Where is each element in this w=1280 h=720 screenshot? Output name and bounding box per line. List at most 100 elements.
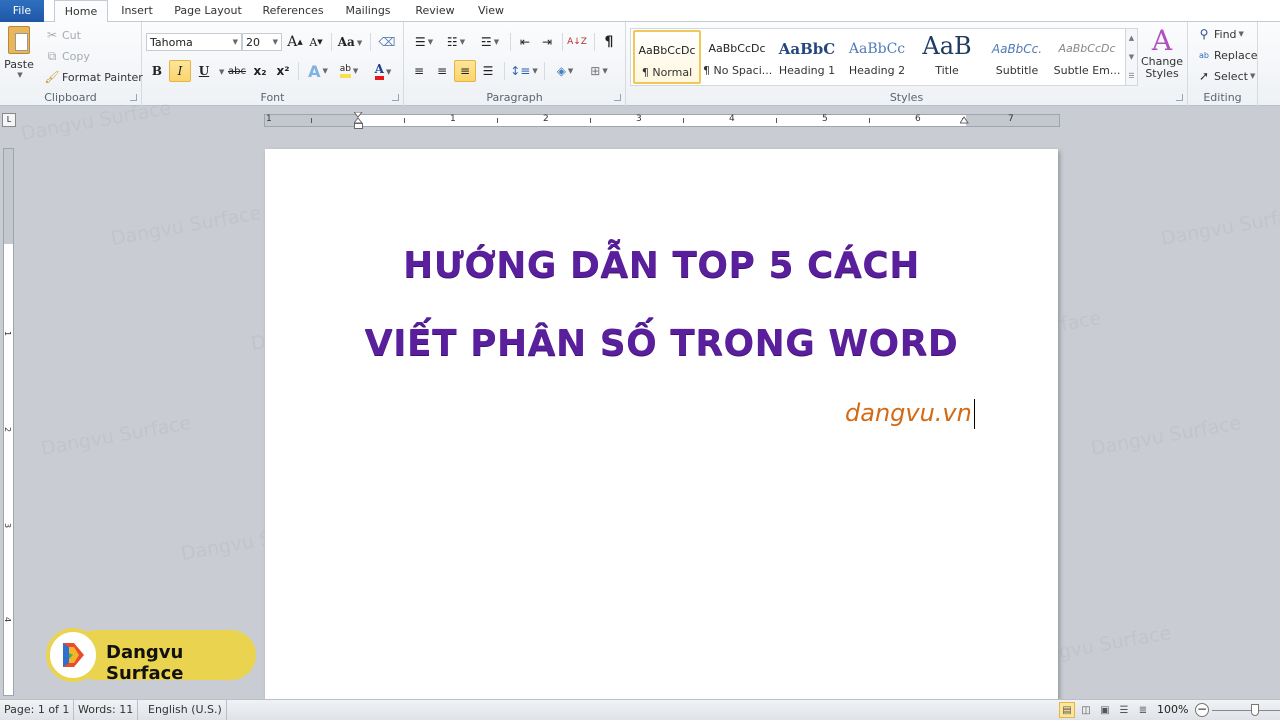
paste-dropdown-icon[interactable]: ▼	[17, 71, 22, 79]
subscript-button[interactable]: x₂	[249, 60, 271, 82]
tab-mailings[interactable]: Mailings	[340, 0, 396, 22]
styles-gallery-scroll[interactable]: ▲ ▼ ☰	[1125, 29, 1137, 85]
zoom-level[interactable]: 100%	[1157, 700, 1188, 720]
bold-button[interactable]: B	[146, 60, 168, 82]
clear-formatting-button[interactable]: ⌫	[376, 31, 398, 53]
find-button[interactable]: ⚲ Find ▼	[1196, 26, 1244, 42]
font-family-select[interactable]: Tahoma ▼	[146, 33, 242, 51]
full-screen-reading-button[interactable]: ◫	[1078, 702, 1094, 718]
document-title-line-2[interactable]: VIẾT PHÂN SỐ TRONG WORD	[265, 323, 1058, 364]
tab-references[interactable]: References	[257, 0, 329, 22]
justify-button[interactable]: ☰	[477, 60, 499, 82]
zoom-slider-track[interactable]	[1212, 710, 1280, 711]
style-title[interactable]: AaB Title	[913, 30, 981, 84]
ruler-number: 3	[3, 522, 13, 529]
ruler-number: 6	[915, 114, 921, 124]
tab-file[interactable]: File	[0, 0, 44, 22]
document-title-line-1[interactable]: HƯỚNG DẪN TOP 5 CÁCH	[265, 245, 1058, 286]
select-button[interactable]: ➚ Select ▼	[1196, 68, 1255, 84]
brand-logo-icon	[46, 628, 100, 682]
document-page[interactable]: HƯỚNG DẪN TOP 5 CÁCH VIẾT PHÂN SỐ TRONG …	[265, 149, 1058, 709]
align-center-button[interactable]: ≡	[431, 60, 453, 82]
style-preview: AaBbC	[778, 40, 836, 58]
increase-indent-button[interactable]: ⇥	[536, 31, 558, 53]
paste-button[interactable]: Paste ▼	[4, 26, 34, 86]
print-layout-view-button[interactable]: ▤	[1059, 702, 1075, 718]
paint-bucket-icon: ◈	[556, 64, 566, 78]
web-layout-button[interactable]: ▣	[1097, 702, 1113, 718]
tab-view[interactable]: View	[472, 0, 510, 22]
highlighter-icon: ab	[339, 64, 351, 78]
shading-button[interactable]: ◈ ▼	[550, 60, 580, 82]
zoom-out-button[interactable]: −	[1195, 703, 1209, 717]
text-effects-button[interactable]: A ▼	[304, 60, 332, 82]
superscript-button[interactable]: x²	[272, 60, 294, 82]
grow-font-button[interactable]: A ▲	[284, 31, 306, 53]
paragraph-dialog-launcher[interactable]	[614, 94, 621, 101]
align-left-button[interactable]: ≡	[408, 60, 430, 82]
copy-button[interactable]: ⧉ Copy	[44, 48, 90, 64]
copy-icon: ⧉	[47, 48, 57, 63]
bullets-button[interactable]: ☰ ▼	[410, 31, 438, 53]
change-case-button[interactable]: Aa ▼	[336, 31, 364, 53]
chevron-up-icon[interactable]: ▲	[1129, 34, 1134, 42]
decrease-indent-button[interactable]: ⇤	[514, 31, 536, 53]
language-status[interactable]: English (U.S.)	[142, 700, 227, 720]
italic-button[interactable]: I	[169, 60, 191, 82]
word-count-status[interactable]: Words: 11	[72, 700, 139, 720]
chevron-down-icon[interactable]: ▼	[1129, 53, 1134, 61]
document-site-text[interactable]: dangvu.vn	[845, 399, 975, 429]
separator	[370, 33, 371, 51]
highlight-button[interactable]: ab ▼	[334, 60, 364, 82]
style-heading-2[interactable]: AaBbCc Heading 2	[843, 30, 911, 84]
change-styles-button[interactable]: A Change Styles	[1140, 26, 1184, 80]
format-painter-button[interactable]: 🖌 Format Painter	[44, 69, 142, 85]
cut-button[interactable]: ✂ Cut	[44, 27, 81, 43]
vertical-ruler[interactable]: 1 2 3 4	[3, 148, 14, 696]
font-size-select[interactable]: 20 ▼	[242, 33, 282, 51]
paste-icon	[8, 26, 30, 54]
right-indent-marker[interactable]	[959, 112, 969, 130]
style-no-spacing[interactable]: AaBbCcDc ¶ No Spaci...	[703, 30, 772, 84]
line-spacing-button[interactable]: ↕≡ ▼	[510, 60, 538, 82]
page-count-status[interactable]: Page: 1 of 1	[0, 700, 75, 720]
show-hide-marks-button[interactable]: ¶	[598, 31, 620, 53]
first-line-indent-marker[interactable]	[352, 111, 364, 130]
style-subtitle[interactable]: AaBbCc. Subtitle	[983, 30, 1051, 84]
separator	[331, 33, 332, 51]
multilevel-list-button[interactable]: ☲ ▼	[476, 31, 504, 53]
style-subtle-emphasis[interactable]: AaBbCcDc Subtle Em...	[1053, 30, 1121, 84]
align-right-button[interactable]: ≡	[454, 60, 476, 82]
sort-button[interactable]: A↓Z	[566, 31, 588, 53]
tab-home[interactable]: Home	[54, 0, 108, 23]
italic-icon: I	[177, 64, 183, 78]
style-heading-1[interactable]: AaBbC Heading 1	[773, 30, 841, 84]
style-preview: AaBbCc	[848, 41, 906, 57]
clipboard-dialog-launcher[interactable]	[130, 94, 137, 101]
tab-selector-button[interactable]: L	[2, 113, 16, 127]
underline-button[interactable]: U	[193, 60, 215, 82]
style-normal[interactable]: AaBbCcDc ¶ Normal	[633, 30, 701, 84]
zoom-slider-thumb[interactable]	[1251, 704, 1259, 716]
replace-button[interactable]: ab Replace	[1196, 47, 1258, 63]
styles-dialog-launcher[interactable]	[1176, 94, 1183, 101]
scissors-icon: ✂	[46, 28, 58, 42]
separator	[298, 62, 299, 80]
tab-page-layout[interactable]: Page Layout	[170, 0, 246, 22]
tab-review[interactable]: Review	[410, 0, 460, 22]
numbering-button[interactable]: ☷ ▼	[442, 31, 470, 53]
underline-dropdown-icon[interactable]: ▼	[219, 68, 224, 76]
horizontal-ruler[interactable]: 1 1 2 3 4 5 6 7	[264, 111, 1060, 130]
font-dialog-launcher[interactable]	[392, 94, 399, 101]
draft-view-button[interactable]: ≣	[1135, 702, 1151, 718]
shrink-font-button[interactable]: A ▼	[305, 31, 327, 53]
strikethrough-button[interactable]: abc	[226, 60, 248, 82]
tab-insert[interactable]: Insert	[114, 0, 160, 22]
borders-button[interactable]: ⊞ ▼	[584, 60, 614, 82]
cut-label: Cut	[62, 28, 81, 42]
align-left-icon: ≡	[413, 64, 425, 78]
font-color-button[interactable]: A ▼	[368, 60, 398, 82]
paragraph-group: ☰ ▼ ☷ ▼ ☲ ▼ ⇤ ⇥ A↓Z ¶ ≡ ≡ ≡ ☰ ↕≡ ▼ ◈ ▼ ⊞ ▼ Par…	[404, 22, 626, 106]
gallery-more-icon[interactable]: ☰	[1128, 72, 1134, 80]
outline-view-button[interactable]: ☰	[1116, 702, 1132, 718]
